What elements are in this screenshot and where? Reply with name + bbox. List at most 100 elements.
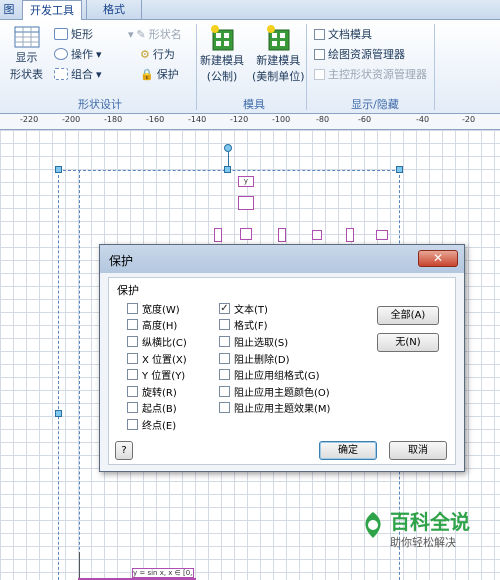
checkbox-icon xyxy=(127,386,138,397)
new-stencil-us-label2: (美制单位) xyxy=(252,70,305,83)
formula-label[interactable]: y = sin x, x ∈ [0,2π] xyxy=(132,568,194,578)
prevent-theme-colors-checkbox[interactable]: 阻止应用主题颜色(O) xyxy=(219,384,330,399)
ruler-tick-label: -40 xyxy=(416,115,430,124)
ok-button[interactable]: 确定 xyxy=(319,441,377,460)
ruler-tick-label: -100 xyxy=(272,115,291,124)
new-stencil-icon xyxy=(267,25,290,51)
aspect-ratio-label: 纵横比(C) xyxy=(142,338,187,349)
behavior-button[interactable]: ⚙ 行为 xyxy=(140,46,175,62)
help-icon: ? xyxy=(121,445,127,456)
protection-section-label: 保护 xyxy=(117,284,139,297)
guide-line xyxy=(79,170,80,580)
label-shape[interactable] xyxy=(238,196,254,210)
chevron-down-icon: ▾ xyxy=(128,27,134,41)
show-shapesheet-button[interactable]: 显示 形状表 xyxy=(10,26,43,82)
tab-developer[interactable]: 开发工具 xyxy=(22,0,82,21)
chevron-down-icon: ▾ xyxy=(96,67,102,81)
prevent-group-format-checkbox[interactable]: 阻止应用组格式(G) xyxy=(219,367,320,382)
tab-format[interactable]: 格式 xyxy=(86,0,142,20)
end-point-label: 终点(E) xyxy=(142,421,177,432)
rotation-checkbox[interactable]: 旋转(R) xyxy=(127,384,177,399)
y-axis-line xyxy=(79,552,93,580)
begin-point-checkbox[interactable]: 起点(B) xyxy=(127,400,177,415)
dialog-title: 保护 xyxy=(109,254,134,268)
group-separator xyxy=(196,24,197,110)
twopi-shape[interactable] xyxy=(376,230,388,240)
new-stencil-metric-button[interactable]: 新建模具 (公制) xyxy=(200,24,244,84)
ruler-tick-label: -160 xyxy=(146,115,165,124)
checkbox-icon xyxy=(314,68,325,80)
group-label: 组合 xyxy=(71,68,93,81)
drawing-explorer-checkbox[interactable]: 绘图资源管理器 xyxy=(314,46,405,62)
rotation-label: 旋转(R) xyxy=(142,388,177,399)
checkbox-icon xyxy=(127,402,138,413)
checkbox-icon xyxy=(219,353,230,364)
checkbox-icon xyxy=(219,402,230,413)
ruler-tick-label: -80 xyxy=(316,115,330,124)
ribbon: 显示 形状表 矩形 操作 ▾ 组合 ▾ ▾ ✎ 形状名 ⚙ 行为 🔒 保护 形状设计 新建模… xyxy=(0,20,500,114)
cancel-button[interactable]: 取消 xyxy=(389,441,447,460)
close-button[interactable]: ✕ xyxy=(418,250,458,267)
chevron-down-icon: ▾ xyxy=(96,47,102,61)
prevent-select-label: 阻止选取(S) xyxy=(234,338,289,349)
select-none-button[interactable]: 无(N) xyxy=(377,333,439,352)
ruler-tick-label: -180 xyxy=(104,115,123,124)
select-all-button[interactable]: 全部(A) xyxy=(377,306,439,325)
group-label-show-hide: 显示/隐藏 xyxy=(351,98,399,111)
lock-icon: 🔒 xyxy=(140,67,154,81)
operations-button[interactable]: 操作 ▾ xyxy=(54,46,102,62)
selection-handle[interactable] xyxy=(55,166,62,173)
aspect-ratio-checkbox[interactable]: 纵横比(C) xyxy=(127,334,187,349)
ruler-tick-label: -140 xyxy=(188,115,207,124)
rotation-connector xyxy=(228,152,229,166)
help-button[interactable]: ? xyxy=(115,441,133,460)
text-label: 文本(T) xyxy=(234,305,268,316)
operations-label: 操作 xyxy=(71,48,93,61)
protection-dialog: 保护 ✕ 保护 宽度(W) 高度(H) 纵横比(C) X 位置(X) Y 位置(… xyxy=(99,244,465,472)
protection-button[interactable]: 🔒 保护 xyxy=(140,66,179,82)
rectangle-button[interactable]: 矩形 xyxy=(54,26,93,42)
rectangle-label: 矩形 xyxy=(71,28,93,41)
format-checkbox[interactable]: 格式(F) xyxy=(219,317,268,332)
x-position-checkbox[interactable]: X 位置(X) xyxy=(127,351,187,366)
checkbox-icon xyxy=(219,386,230,397)
label-y-shape[interactable]: y xyxy=(238,176,254,187)
group-button[interactable]: 组合 ▾ xyxy=(54,66,102,82)
selection-handle[interactable] xyxy=(55,410,62,417)
shape-name-icon: ✎ xyxy=(136,27,146,41)
rotation-handle[interactable] xyxy=(224,144,232,152)
dialog-body: 保护 宽度(W) 高度(H) 纵横比(C) X 位置(X) Y 位置(Y) 旋转… xyxy=(108,277,456,465)
fraction-shape[interactable] xyxy=(346,228,354,242)
group-separator xyxy=(434,24,435,110)
pi-shape[interactable] xyxy=(312,230,322,240)
dialog-title-bar: 保护 ✕ xyxy=(100,245,464,273)
height-checkbox[interactable]: 高度(H) xyxy=(127,317,177,332)
selection-handle[interactable] xyxy=(396,166,403,173)
ruler-tick-label: -200 xyxy=(62,115,81,124)
ruler-tick-label: -120 xyxy=(230,115,249,124)
begin-point-label: 起点(B) xyxy=(142,404,177,415)
shape-name-button[interactable]: ▾ ✎ 形状名 xyxy=(128,26,182,42)
y-position-checkbox[interactable]: Y 位置(Y) xyxy=(127,367,185,382)
horizontal-ruler: -220 -200 -180 -160 -140 -120 -100 -80 -… xyxy=(0,114,500,130)
zero-shape[interactable] xyxy=(240,228,252,240)
text-checkbox[interactable]: ✓ 文本(T) xyxy=(219,301,268,316)
watermark-title: 百科全说 xyxy=(390,510,470,534)
prevent-select-checkbox[interactable]: 阻止选取(S) xyxy=(219,334,288,349)
prevent-group-format-label: 阻止应用组格式(G) xyxy=(234,371,320,382)
new-stencil-icon xyxy=(211,25,234,51)
checkmark-icon: ✓ xyxy=(219,303,230,314)
format-label: 格式(F) xyxy=(234,321,268,332)
group-label-shape-design: 形状设计 xyxy=(78,98,122,111)
master-explorer-checkbox[interactable]: 主控形状资源管理器 xyxy=(314,66,427,82)
document-stencil-checkbox[interactable]: 文档模具 xyxy=(314,26,372,42)
prevent-delete-checkbox[interactable]: 阻止删除(D) xyxy=(219,351,290,366)
prevent-theme-effects-checkbox[interactable]: 阻止应用主题效果(M) xyxy=(219,400,330,415)
fraction-shape[interactable] xyxy=(214,228,222,242)
fraction-shape[interactable] xyxy=(278,228,286,242)
tab-view[interactable]: 图 xyxy=(0,0,18,20)
end-point-checkbox[interactable]: 终点(E) xyxy=(127,417,176,432)
new-stencil-us-button[interactable]: 新建模具 (美制单位) xyxy=(252,24,305,84)
selection-handle[interactable] xyxy=(224,166,231,173)
width-checkbox[interactable]: 宽度(W) xyxy=(127,301,180,316)
